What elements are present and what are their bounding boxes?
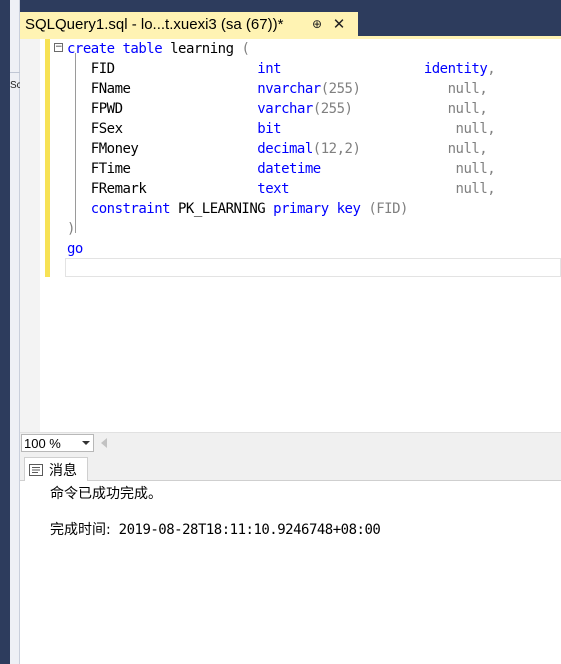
object-explorer-pane[interactable]: Sc xyxy=(10,0,20,664)
collapse-region-icon[interactable]: − xyxy=(54,43,63,52)
code-token: null, xyxy=(455,181,496,197)
success-message: 命令已成功完成。 xyxy=(50,485,162,501)
code-token: varchar xyxy=(122,101,313,117)
code-token: int xyxy=(114,61,282,77)
code-line[interactable]: FSex bit null, xyxy=(67,119,496,139)
chevron-down-icon[interactable] xyxy=(82,441,90,445)
code-line[interactable]: FID int identity, xyxy=(67,59,496,79)
pane-divider xyxy=(10,72,20,73)
tab-sqlquery1[interactable]: SQLQuery1.sql - lo...t.xuexi3 (sa (67))*… xyxy=(20,12,358,36)
code-token: text xyxy=(146,181,290,197)
editor-gutter xyxy=(20,39,40,432)
code-token: ( xyxy=(241,41,250,57)
close-icon[interactable]: ✕ xyxy=(330,15,348,33)
code-token: null, xyxy=(447,141,488,157)
code-token: null, xyxy=(455,121,496,137)
document-tab-bar: SQLQuery1.sql - lo...t.xuexi3 (sa (67))*… xyxy=(20,0,561,36)
code-token: FSex xyxy=(67,121,123,137)
zoom-bar: 100 % xyxy=(20,432,561,453)
current-line-highlight xyxy=(65,258,561,277)
code-token: PK_LEARNING xyxy=(170,201,274,217)
code-line[interactable]: − create table learning ( xyxy=(54,39,495,59)
code-token: FMoney xyxy=(67,141,139,157)
results-tab-strip: 消息 xyxy=(20,453,561,481)
code-token: bit xyxy=(122,121,282,137)
code-token: FName xyxy=(67,81,131,97)
code-line[interactable]: FMoney decimal(12,2) null, xyxy=(67,139,495,159)
code-line[interactable]: go xyxy=(67,239,495,259)
completion-time-label: 完成时间: xyxy=(50,522,111,538)
zoom-dropdown[interactable]: 100 % xyxy=(21,434,94,452)
messages-icon xyxy=(29,463,43,476)
code-token: go xyxy=(67,241,83,257)
code-token: (255) xyxy=(320,81,361,97)
code-token: FRemark xyxy=(67,181,147,197)
code-token: learning xyxy=(162,41,242,57)
tab-title: SQLQuery1.sql - lo...t.xuexi3 (sa (67))* xyxy=(25,15,284,33)
code-token: FID xyxy=(67,61,115,77)
code-token: create table xyxy=(67,41,163,57)
code-token: (FID) xyxy=(368,201,408,217)
code-line[interactable]: constraint PK_LEARNING primary key (FID) xyxy=(67,199,495,219)
sql-code[interactable]: − create table learning ( FID int identit… xyxy=(54,39,496,259)
change-tracking-bar xyxy=(45,39,50,277)
code-token: nvarchar xyxy=(130,81,321,97)
completion-time-line: 完成时间: 2019-08-28T18:11:10.9246748+08:00 xyxy=(50,519,381,539)
scroll-left-arrow-icon[interactable] xyxy=(101,438,107,448)
tab-messages[interactable]: 消息 xyxy=(24,457,88,481)
code-line[interactable]: FRemark text null, xyxy=(67,179,496,199)
zoom-value: 100 % xyxy=(24,435,61,451)
tab-messages-label: 消息 xyxy=(49,461,77,478)
code-token: identity xyxy=(423,61,488,77)
code-line[interactable]: FTime datetime null, xyxy=(67,159,496,179)
code-token: null, xyxy=(447,81,488,97)
code-token: constraint xyxy=(67,201,171,217)
code-token: (255) xyxy=(312,101,353,117)
code-token: FPWD xyxy=(67,101,123,117)
code-token: null, xyxy=(455,161,496,177)
pin-icon[interactable]: ⊕ xyxy=(308,15,326,33)
window-left-edge xyxy=(0,0,10,664)
code-line[interactable]: ) xyxy=(67,219,495,239)
object-explorer-fragment: Sc xyxy=(10,80,20,91)
code-token: FTime xyxy=(67,161,131,177)
code-token: primary key xyxy=(273,201,361,217)
code-line[interactable]: FName nvarchar(255) null, xyxy=(67,79,495,99)
code-token: datetime xyxy=(130,161,321,177)
query-editor[interactable]: − create table learning ( FID int identit… xyxy=(20,39,561,432)
code-token: decimal xyxy=(138,141,313,157)
code-token: null, xyxy=(447,101,488,117)
results-pane: 消息 命令已成功完成。 完成时间: 2019-08-28T18:11:10.92… xyxy=(20,453,561,664)
completion-time-value: 2019-08-28T18:11:10.9246748+08:00 xyxy=(118,522,381,538)
code-token: (12,2) xyxy=(312,141,361,157)
code-line[interactable]: FPWD varchar(255) null, xyxy=(67,99,495,119)
code-token: ) xyxy=(67,221,75,237)
code-token: , xyxy=(487,61,496,77)
